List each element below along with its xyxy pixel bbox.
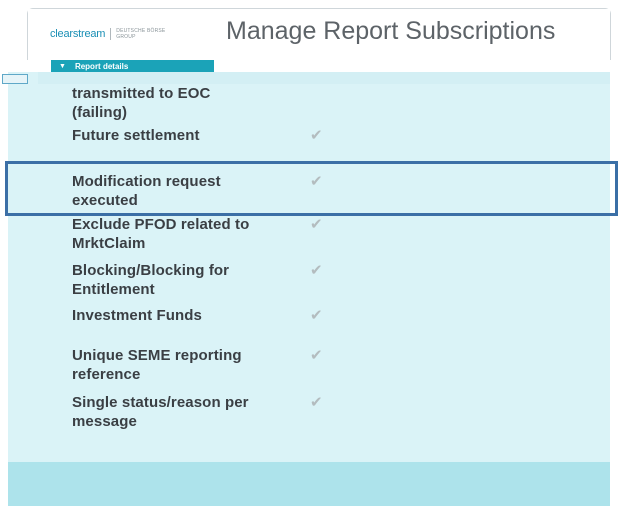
row-label-line2: reference [72, 366, 141, 383]
row-label-line1: Blocking/Blocking for [72, 262, 230, 279]
row-label: Single status/reason per message [72, 393, 297, 431]
row-label: Unique SEME reporting reference [72, 346, 297, 384]
list-item: Single status/reason per message ✔ [72, 393, 323, 431]
page-title: Manage Report Subscriptions [226, 17, 556, 45]
row-label-line2: MrktClaim [72, 235, 146, 252]
row-label-line1: Investment Funds [72, 307, 202, 324]
logo-group-line2: GROUP [116, 34, 136, 40]
clearstream-logo: clearstream DEUTSCHE BÖRSE GROUP [50, 28, 165, 40]
list-item: Investment Funds ✔ [72, 306, 323, 325]
row-label-line2: message [72, 413, 137, 430]
logo-text: clearstream [50, 28, 106, 40]
content-top-band [38, 72, 610, 84]
logo-group-text: DEUTSCHE BÖRSE GROUP [116, 28, 165, 40]
list-item: Future settlement ✔ [72, 126, 323, 145]
checkmark-icon[interactable]: ✔ [310, 261, 323, 279]
row-label: Investment Funds [72, 306, 297, 325]
checkmark-icon[interactable]: ✔ [310, 393, 323, 411]
row-label: transmitted to EOC (failing) [72, 84, 297, 122]
checkmark-icon[interactable]: ✔ [310, 126, 323, 144]
row-label-line2: (failing) [72, 104, 128, 121]
footer-band [8, 462, 610, 506]
section-label: Report details [74, 61, 129, 71]
highlight-box [5, 161, 618, 216]
caret-down-icon: ▼ [59, 62, 66, 70]
left-strip [0, 78, 8, 506]
checkmark-icon[interactable]: ✔ [310, 346, 323, 364]
row-label-line1: Unique SEME reporting [72, 347, 242, 364]
row-label: Future settlement [72, 126, 297, 145]
row-label-line1: Future settlement [72, 127, 200, 144]
list-item: transmitted to EOC (failing) [72, 84, 297, 122]
panel-resize-handle[interactable] [2, 74, 28, 84]
row-label-line1: Exclude PFOD related to [72, 216, 250, 233]
list-item: Unique SEME reporting reference ✔ [72, 346, 323, 384]
list-item: Blocking/Blocking for Entitlement ✔ [72, 261, 323, 299]
report-details-section-toggle[interactable]: ▼ Report details [51, 60, 214, 72]
list-item: Exclude PFOD related to MrktClaim ✔ [72, 215, 323, 253]
row-label-line2: Entitlement [72, 281, 155, 298]
checkmark-icon[interactable]: ✔ [310, 215, 323, 233]
row-label-line1: transmitted to EOC [72, 85, 211, 102]
row-label: Blocking/Blocking for Entitlement [72, 261, 297, 299]
row-label-line1: Single status/reason per [72, 394, 249, 411]
row-label: Exclude PFOD related to MrktClaim [72, 215, 297, 253]
logo-separator [110, 28, 112, 40]
checkmark-icon[interactable]: ✔ [310, 306, 323, 324]
